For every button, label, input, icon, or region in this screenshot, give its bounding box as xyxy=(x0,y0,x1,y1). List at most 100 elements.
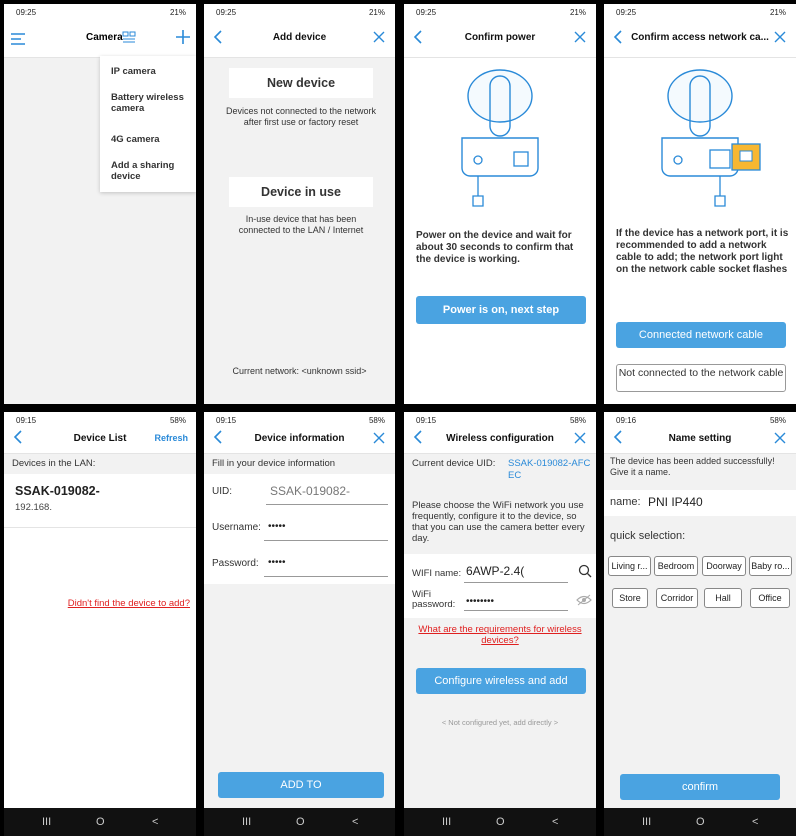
close-icon[interactable] xyxy=(772,29,788,45)
header: Add device xyxy=(204,20,395,58)
home-icon[interactable]: O xyxy=(296,816,305,828)
wifi-name-underline xyxy=(464,582,568,583)
status-bar: 09:25 21% xyxy=(204,4,395,20)
username-label: Username: xyxy=(212,522,261,533)
back-icon[interactable] xyxy=(210,428,226,446)
home-icon[interactable]: O xyxy=(96,816,105,828)
page-title: Confirm access network ca... xyxy=(631,32,769,43)
quick-tag-doorway[interactable]: Doorway xyxy=(702,556,746,576)
menu-item-ip-camera[interactable]: IP camera xyxy=(111,66,156,77)
header: Device List Refresh xyxy=(4,424,196,454)
wifi-name-field[interactable]: 6AWP-2.4( xyxy=(466,564,524,578)
screen-add-device: 09:25 21% Add device New device Devices n… xyxy=(204,4,395,404)
password-field[interactable]: ••••• xyxy=(268,557,286,568)
back-icon[interactable] xyxy=(410,428,426,446)
add-to-button[interactable]: ADD TO xyxy=(218,772,384,798)
system-nav-bar: III O < xyxy=(604,808,796,836)
quick-tag-office[interactable]: Office xyxy=(750,588,790,608)
wireless-requirements-link[interactable]: What are the requirements for wireless d… xyxy=(412,624,588,646)
menu-icon[interactable] xyxy=(10,32,26,46)
search-icon[interactable] xyxy=(578,564,592,578)
device-in-use-button[interactable]: Device in use xyxy=(229,177,373,207)
back-nav-icon[interactable]: < xyxy=(752,816,758,828)
add-directly-link[interactable]: < Not configured yet, add directly > xyxy=(404,718,596,727)
connected-network-cable-button[interactable]: Connected network cable xyxy=(616,322,786,348)
device-form: UID: SSAK-019082- Username: ••••• Passwo… xyxy=(204,474,395,584)
system-nav-bar: III O < xyxy=(4,808,196,836)
lan-section-header: Devices in the LAN: xyxy=(4,454,196,474)
new-device-button[interactable]: New device xyxy=(229,68,373,98)
close-icon[interactable] xyxy=(772,430,788,446)
back-icon[interactable] xyxy=(210,28,226,46)
wifi-password-label: WiFi password: xyxy=(412,589,456,610)
close-icon[interactable] xyxy=(572,430,588,446)
recent-apps-icon[interactable]: III xyxy=(642,816,651,828)
quick-tag-corridor[interactable]: Corridor xyxy=(656,588,698,608)
menu-item-sharing-device[interactable]: Add a sharing device xyxy=(111,160,191,182)
header: Camera xyxy=(4,20,196,58)
configure-wireless-button[interactable]: Configure wireless and add xyxy=(416,668,586,694)
username-field[interactable]: ••••• xyxy=(268,521,286,532)
power-on-next-button[interactable]: Power is on, next step xyxy=(416,296,586,324)
camera-network-port-illustration xyxy=(661,69,761,207)
device-not-found-link[interactable]: Didn't find the device to add? xyxy=(68,598,190,609)
screen-confirm-network-cable: 09:25 21% Confirm access network ca... If… xyxy=(604,4,796,404)
screen-wireless-configuration: 09:15 58% Wireless configuration Current … xyxy=(404,412,596,836)
back-icon[interactable] xyxy=(10,428,26,446)
quick-tag-baby-room[interactable]: Baby ro... xyxy=(749,556,792,576)
uid-value: SSAK-019082-AFCEC xyxy=(508,458,591,481)
page-title: Device information xyxy=(254,433,345,444)
back-nav-icon[interactable]: < xyxy=(152,816,158,828)
device-row[interactable]: SSAK-019082- 192.168. xyxy=(4,474,196,528)
wifi-instruction: Please choose the WiFi network you use f… xyxy=(412,500,585,544)
recent-apps-icon[interactable]: III xyxy=(42,816,51,828)
quick-tag-living-room[interactable]: Living r... xyxy=(608,556,651,576)
recent-apps-icon[interactable]: III xyxy=(242,816,251,828)
status-bar: 09:25 21% xyxy=(4,4,196,20)
home-icon[interactable]: O xyxy=(496,816,505,828)
screen-camera-menu: 09:25 21% Camera IP camera Battery wirele… xyxy=(4,4,196,404)
confirm-button[interactable]: confirm xyxy=(620,774,780,800)
header: Confirm power xyxy=(404,20,596,58)
eye-icon[interactable] xyxy=(576,594,592,606)
page-title: Name setting xyxy=(668,433,732,444)
wifi-password-field[interactable]: •••••••• xyxy=(466,596,494,607)
home-icon[interactable]: O xyxy=(696,816,705,828)
uid-field[interactable]: SSAK-019082- xyxy=(270,484,350,498)
close-icon[interactable] xyxy=(371,29,387,45)
close-icon[interactable] xyxy=(572,29,588,45)
status-bar: 09:25 21% xyxy=(604,4,796,20)
header: Device information xyxy=(204,424,395,454)
uid-label: UID: xyxy=(212,486,232,497)
back-icon[interactable] xyxy=(410,28,426,46)
wifi-form: WIFI name: 6AWP-2.4( WiFi password: ••••… xyxy=(404,554,596,618)
page-title: Add device xyxy=(272,32,327,43)
password-label: Password: xyxy=(212,558,259,569)
current-network: Current network: <unknown ssid> xyxy=(232,366,367,376)
menu-item-battery-camera[interactable]: Battery wireless camera xyxy=(111,92,191,114)
back-nav-icon[interactable]: < xyxy=(552,816,558,828)
close-icon[interactable] xyxy=(371,430,387,446)
back-nav-icon[interactable]: < xyxy=(352,816,358,828)
add-icon[interactable] xyxy=(176,30,190,44)
back-icon[interactable] xyxy=(610,428,626,446)
success-message: The device has been added successfully! … xyxy=(610,456,775,477)
quick-tag-hall[interactable]: Hall xyxy=(704,588,742,608)
screen-device-list: 09:15 58% Device List Refresh Devices in … xyxy=(4,412,196,836)
header: Wireless configuration xyxy=(404,424,596,454)
menu-item-4g-camera[interactable]: 4G camera xyxy=(111,134,160,145)
not-connected-network-cable-button[interactable]: Not connected to the network cable xyxy=(616,364,786,392)
quick-tag-store[interactable]: Store xyxy=(612,588,648,608)
device-ip: 192.168. xyxy=(15,502,52,513)
grid-view-icon[interactable] xyxy=(122,31,136,44)
header: Confirm access network ca... xyxy=(604,20,796,58)
page-title: Device List xyxy=(73,433,127,444)
name-label: name: xyxy=(610,496,641,508)
recent-apps-icon[interactable]: III xyxy=(442,816,451,828)
device-in-use-description: In-use device that has been connected to… xyxy=(238,214,364,235)
quick-selection-label: quick selection: xyxy=(610,530,686,542)
back-icon[interactable] xyxy=(610,28,626,46)
refresh-button[interactable]: Refresh xyxy=(154,433,188,443)
name-field[interactable]: PNI IP440 xyxy=(648,495,703,509)
quick-tag-bedroom[interactable]: Bedroom xyxy=(654,556,698,576)
